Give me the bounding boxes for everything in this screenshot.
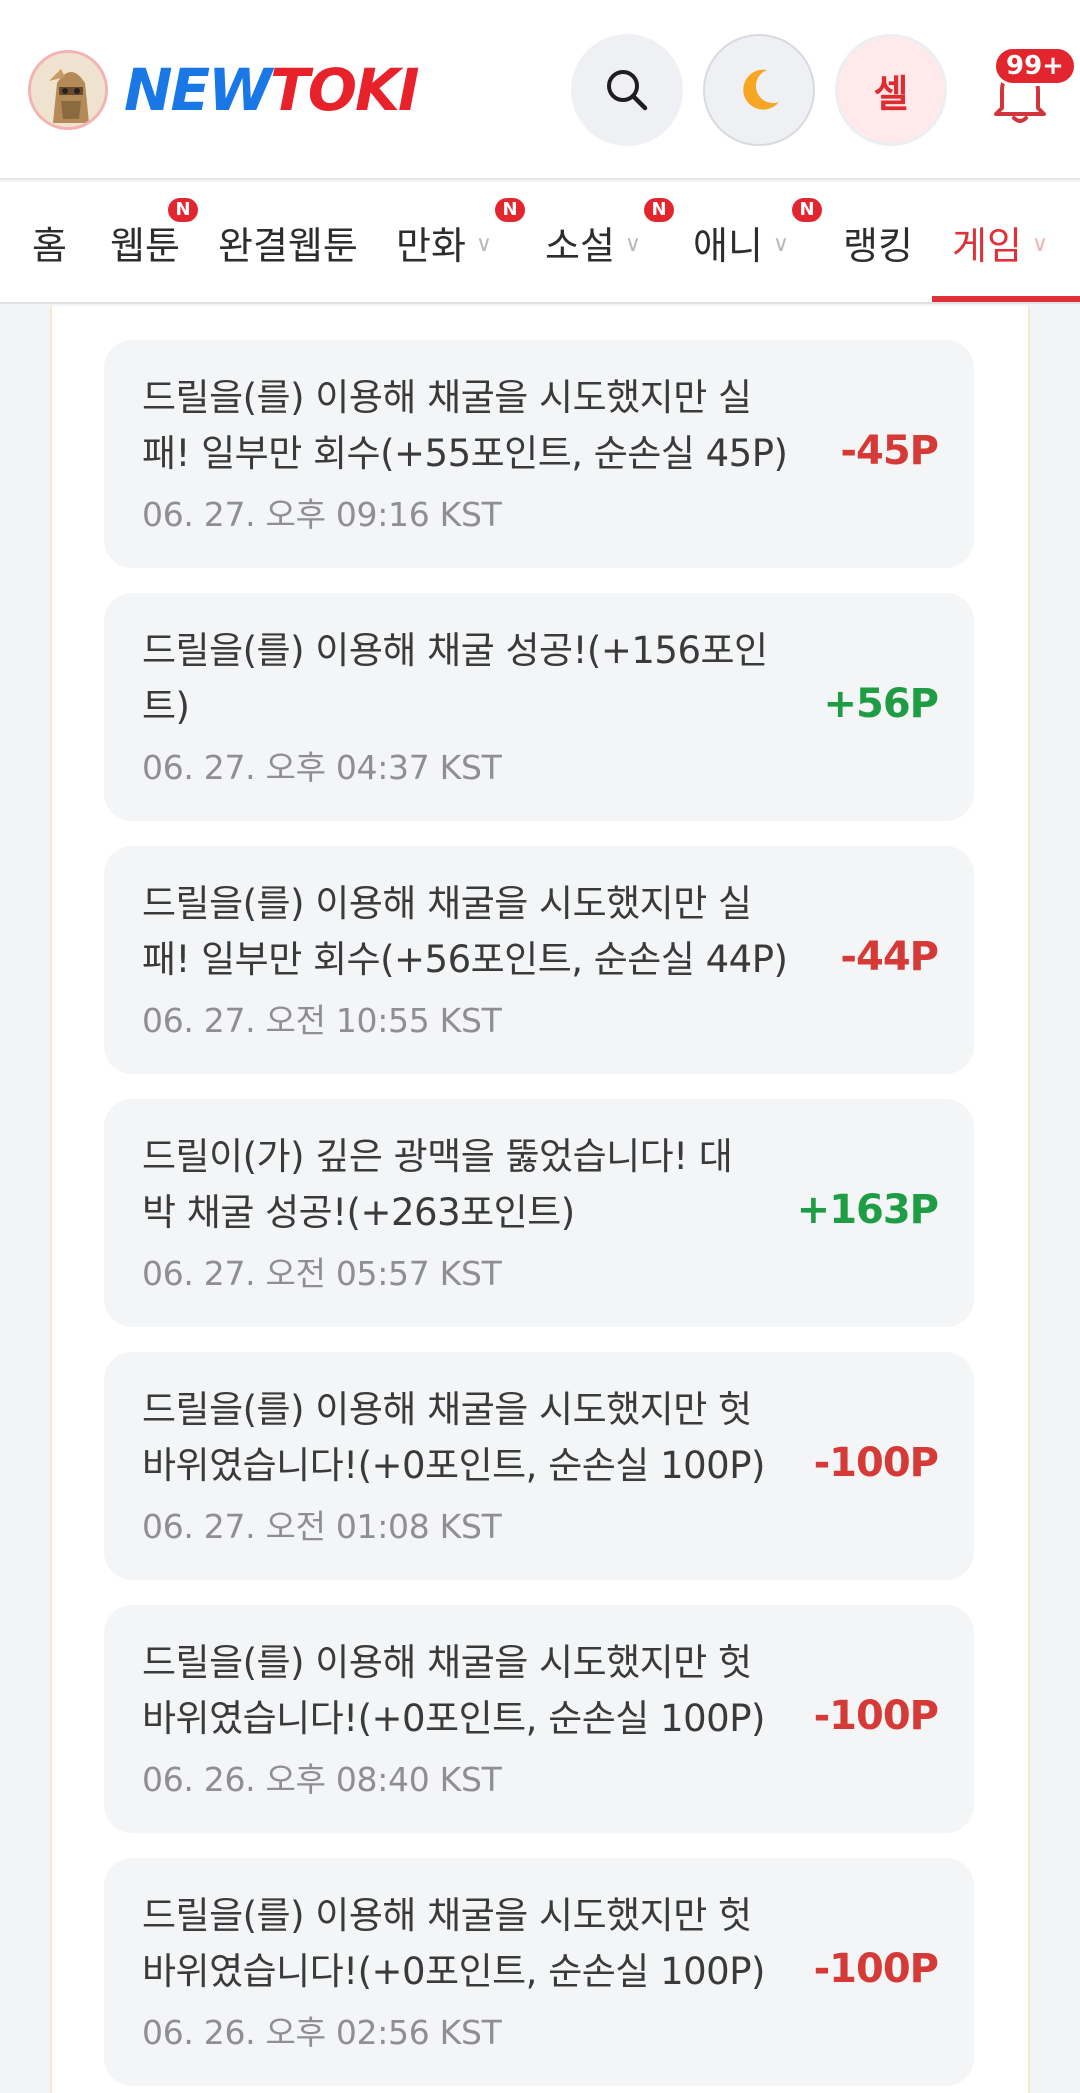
nav-label: 완결웹툰 (218, 223, 358, 268)
site-logo[interactable]: NEWTOKI (124, 50, 420, 130)
search-icon (607, 70, 648, 111)
chevron-down-icon: ∨ (475, 231, 493, 257)
list-item: 드릴을(를) 이용해 채굴을 시도했지만 헛 바위였습니다!(+0포인트, 순손… (104, 1352, 974, 1580)
point-amount: +163P (796, 1187, 939, 1233)
history-message: 드릴이(가) 깊은 광맥을 뚫었습니다! 대 박 채굴 성공!(+263포인트) (142, 1135, 733, 1234)
new-badge: N (792, 198, 822, 222)
nav-item-game[interactable]: 게임 ∨ (952, 182, 1048, 302)
search-button[interactable] (571, 34, 683, 146)
nav-label: 게임 (952, 223, 1022, 268)
history-message: 드릴을(를) 이용해 채굴을 시도했지만 헛 바위였습니다!(+0포인트, 순손… (142, 1894, 765, 1993)
point-amount: +56P (823, 681, 939, 727)
mascot-icon (31, 53, 105, 127)
chevron-down-icon: ∨ (772, 231, 790, 257)
point-amount: -100P (813, 1440, 939, 1486)
history-message: 드릴을(를) 이용해 채굴을 시도했지만 헛 바위였습니다!(+0포인트, 순손… (142, 1641, 765, 1740)
nav-item-completed-webtoon[interactable]: 완결웹툰 (218, 182, 358, 302)
nav-label: 만화 (396, 223, 466, 268)
nav-label: 소설 (545, 223, 615, 268)
nav-item-home[interactable]: 홈 (32, 182, 67, 302)
history-message: 드릴을(를) 이용해 채굴을 시도했지만 헛 바위였습니다!(+0포인트, 순손… (142, 1388, 765, 1487)
list-item: 드릴을(를) 이용해 채굴을 시도했지만 실 패! 일부만 회수(+55포인트,… (104, 340, 974, 568)
user-initial: 셀 (873, 71, 909, 116)
history-timestamp: 06. 27. 오전 10:55 KST (142, 1001, 502, 1040)
logo-avatar[interactable] (28, 50, 108, 130)
list-item: 드릴이(가) 깊은 광맥을 뚫었습니다! 대 박 채굴 성공!(+263포인트)… (104, 1099, 974, 1327)
category-nav: 홈 웹툰 N 완결웹툰 만화 ∨ N 소설 ∨ N 애니 ∨ N 랭킹 게임 ∨ (0, 182, 1080, 304)
point-amount: -100P (813, 1693, 939, 1739)
nav-label: 랭킹 (843, 223, 913, 268)
moon-icon (743, 69, 779, 110)
chevron-down-icon: ∨ (1031, 231, 1049, 257)
history-timestamp: 06. 27. 오전 01:08 KST (142, 1507, 502, 1546)
point-amount: -100P (813, 1946, 939, 1992)
logo-new: NEW (124, 56, 272, 124)
nav-item-novel[interactable]: 소설 ∨ (545, 182, 641, 302)
list-item: 드릴을(를) 이용해 채굴을 시도했지만 헛 바위였습니다!(+0포인트, 순손… (104, 1605, 974, 1833)
notification-badge: 99+ (993, 46, 1077, 86)
nav-label: 애니 (693, 223, 763, 268)
chevron-down-icon: ∨ (624, 231, 642, 257)
list-item: 드릴을(를) 이용해 채굴을 시도했지만 실 패! 일부만 회수(+56포인트,… (104, 846, 974, 1074)
history-timestamp: 06. 27. 오후 09:16 KST (142, 495, 502, 534)
point-amount: -45P (840, 428, 939, 474)
point-history-list: 드릴을(를) 이용해 채굴을 시도했지만 실 패! 일부만 회수(+55포인트,… (104, 340, 974, 2093)
nav-item-manga[interactable]: 만화 ∨ (396, 182, 492, 302)
history-timestamp: 06. 27. 오전 05:57 KST (142, 1254, 502, 1293)
list-item: 드릴을(를) 이용해 채굴을 시도했지만 헛 바위였습니다!(+0포인트, 순손… (104, 1858, 974, 2086)
nav-item-anime[interactable]: 애니 ∨ (693, 182, 789, 302)
nav-item-webtoon[interactable]: 웹툰 (110, 182, 180, 302)
logo-toki: TOKI (270, 56, 419, 124)
list-item: 드릴을(를) 이용해 채굴 성공!(+156포인 트) 06. 27. 오후 0… (104, 593, 974, 821)
history-timestamp: 06. 26. 오후 02:56 KST (142, 2013, 502, 2052)
history-message: 드릴을(를) 이용해 채굴을 시도했지만 실 패! 일부만 회수(+56포인트,… (142, 882, 788, 981)
new-badge: N (168, 198, 198, 222)
dark-mode-toggle[interactable] (703, 34, 815, 146)
nav-item-ranking[interactable]: 랭킹 (843, 182, 913, 302)
nav-label: 웹툰 (110, 223, 180, 268)
user-menu-button[interactable]: 셀 (835, 34, 947, 146)
history-timestamp: 06. 26. 오후 08:40 KST (142, 1760, 502, 1799)
new-badge: N (495, 198, 525, 222)
history-timestamp: 06. 27. 오후 04:37 KST (142, 748, 502, 787)
active-tab-indicator (932, 296, 1080, 302)
history-message: 드릴을(를) 이용해 채굴 성공!(+156포인 트) (142, 629, 768, 728)
app-header: NEWTOKI 셀 99+ (0, 0, 1080, 180)
point-amount: -44P (840, 934, 939, 980)
nav-label: 홈 (32, 223, 67, 268)
new-badge: N (644, 198, 674, 222)
history-message: 드릴을(를) 이용해 채굴을 시도했지만 실 패! 일부만 회수(+55포인트,… (142, 376, 788, 475)
